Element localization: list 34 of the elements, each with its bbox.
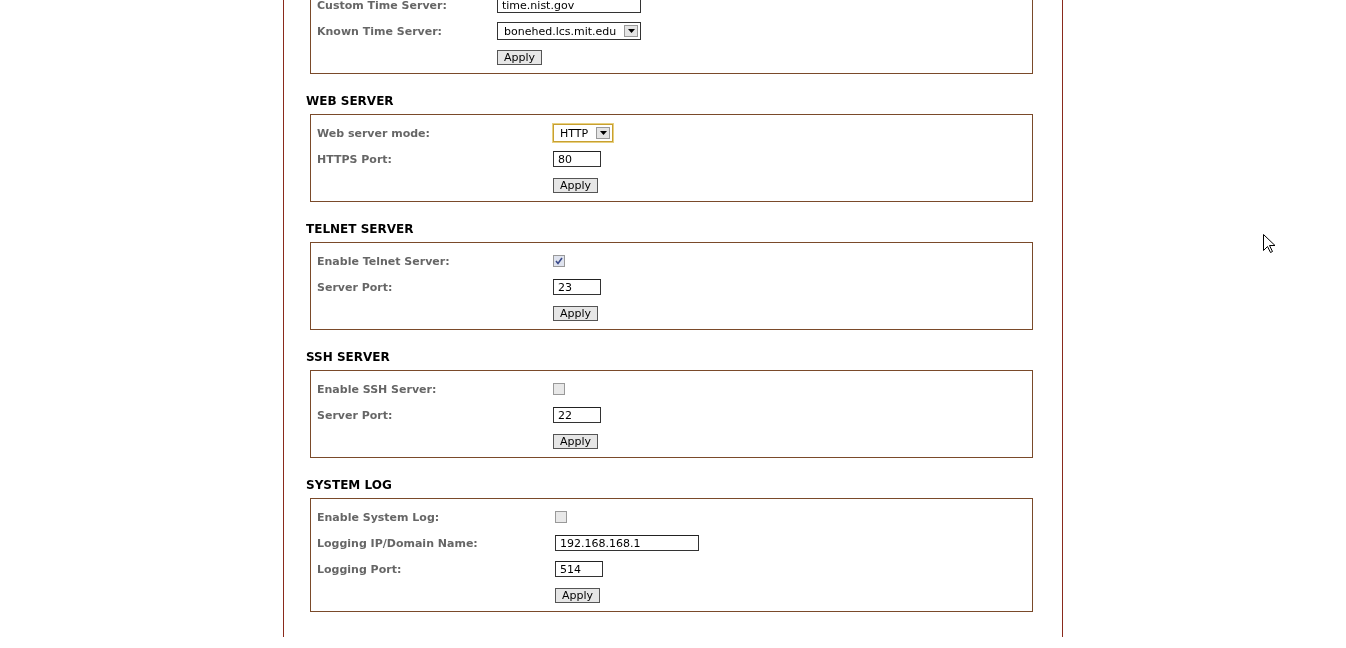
field-label: HTTPS Port: bbox=[317, 152, 393, 166]
field-label: Logging IP/Domain Name: bbox=[317, 536, 479, 550]
caret-icon bbox=[624, 25, 639, 37]
apply-button[interactable]: Apply bbox=[553, 305, 599, 321]
cursor-icon bbox=[1263, 234, 1275, 253]
field-label: Server Port: bbox=[317, 408, 394, 422]
checkbox[interactable] bbox=[553, 383, 565, 395]
field-label: Enable Telnet Server: bbox=[317, 254, 451, 268]
apply-button[interactable]: Apply bbox=[553, 433, 599, 449]
section-heading: SSH SERVER bbox=[306, 349, 391, 365]
dropdown[interactable]: HTTP bbox=[553, 124, 614, 142]
field-label: Enable System Log: bbox=[317, 510, 441, 524]
field-label: Custom Time Server: bbox=[317, 0, 448, 12]
apply-button[interactable]: Apply bbox=[553, 177, 599, 193]
field-label: Server Port: bbox=[317, 280, 394, 294]
checkbox[interactable] bbox=[553, 255, 565, 267]
text-field[interactable]: time.nist.gov bbox=[497, 0, 641, 13]
port-field[interactable]: 514 bbox=[555, 561, 603, 577]
section-heading: TELNET SERVER bbox=[306, 221, 415, 237]
port-field[interactable]: 23 bbox=[553, 279, 601, 295]
field-label: Logging Port: bbox=[317, 562, 403, 576]
apply-button[interactable]: Apply bbox=[555, 587, 601, 603]
field-label: Known Time Server: bbox=[317, 24, 444, 38]
checkbox[interactable] bbox=[555, 511, 567, 523]
text-field[interactable]: 192.168.168.1 bbox=[555, 535, 699, 551]
section-heading: WEB SERVER bbox=[306, 93, 395, 109]
dropdown[interactable]: bonehed.lcs.mit.edu bbox=[497, 22, 642, 40]
port-field[interactable]: 22 bbox=[553, 407, 601, 423]
caret-icon bbox=[596, 127, 611, 139]
field-label: Web server mode: bbox=[317, 126, 431, 140]
section-heading: SYSTEM LOG bbox=[306, 477, 393, 493]
port-field[interactable]: 80 bbox=[553, 151, 601, 167]
field-label: Enable SSH Server: bbox=[317, 382, 438, 396]
apply-button[interactable]: Apply bbox=[497, 49, 543, 65]
